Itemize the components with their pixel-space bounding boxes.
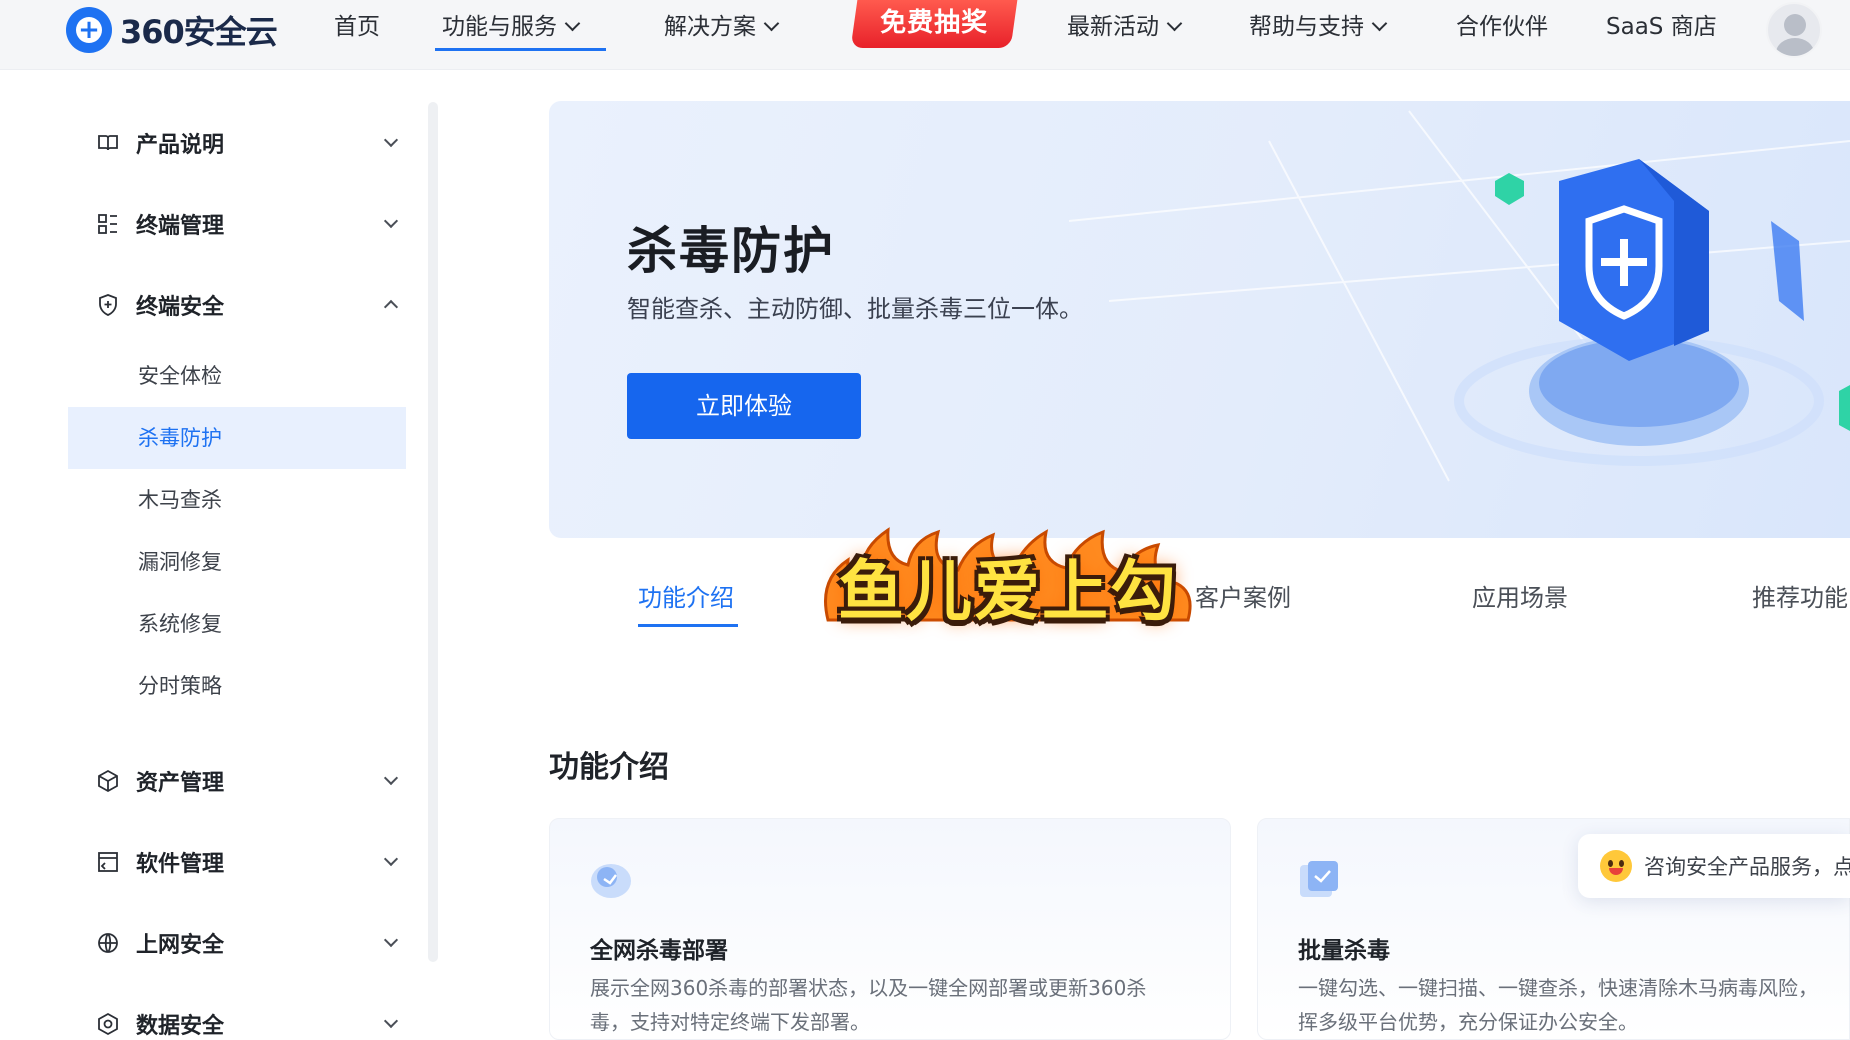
chevron-down-icon (1166, 15, 1183, 32)
feature-card-title: 批量杀毒 (1298, 938, 1390, 964)
feature-card-desc-line: 毒，支持对特定终端下发部署。 (590, 1010, 870, 1034)
nav-label: 最新活动 (1067, 14, 1159, 40)
try-now-button[interactable]: 立即体验 (627, 373, 861, 439)
sidebar-group-software-management[interactable]: 软件管理 (96, 842, 399, 882)
cube-icon (96, 769, 120, 793)
book-icon (96, 131, 120, 155)
sidebar-group-product-docs[interactable]: 产品说明 (96, 123, 399, 163)
feature-card-desc: 一键勾选、一键扫描、一键查杀，快速清除木马病毒风险， 挥多级平台优势，充分保证办… (1298, 971, 1818, 1039)
overlay-caption: 鱼儿爱上勾 (838, 553, 1178, 630)
sidebar-group-web-security[interactable]: 上网安全 (96, 923, 399, 963)
section-title: 功能介绍 (549, 750, 669, 785)
chevron-down-icon (383, 132, 399, 148)
brand-name: 360安全云 (120, 13, 278, 51)
nav-saas-store[interactable]: SaaS 商店 (1606, 10, 1717, 44)
data-icon (96, 1012, 120, 1036)
nav-solutions[interactable]: 解决方案 (664, 10, 780, 44)
chevron-down-icon (383, 213, 399, 229)
chevron-down-icon (1371, 15, 1388, 32)
sidebar-group-label: 终端安全 (136, 295, 225, 320)
chevron-down-icon (383, 1013, 399, 1029)
chevron-down-icon (383, 932, 399, 948)
feature-card-desc-line: 展示全网360杀毒的部署状态，以及一键全网部署或更新360杀 (590, 976, 1147, 1000)
sidebar-group-asset-management[interactable]: 资产管理 (96, 761, 399, 801)
grid-icon (96, 212, 120, 236)
top-navigation-bar: 360安全云 首页 功能与服务 解决方案 免费抽奖 最新活动 帮助与支持 合作伙… (0, 0, 1850, 70)
smiley-icon (1600, 850, 1632, 882)
feature-card-desc-line: 挥多级平台优势，充分保证办公安全。 (1298, 1010, 1638, 1034)
tab-customer-cases[interactable]: 客户案例 (1195, 578, 1291, 613)
sidebar-scrollbar[interactable] (428, 102, 438, 962)
nav-latest-events[interactable]: 最新活动 (1067, 10, 1183, 44)
banner-title: 杀毒防护 (627, 222, 835, 280)
globe-icon (96, 931, 120, 955)
software-icon (96, 850, 120, 874)
overlay-sticker: 鱼儿爱上勾 (818, 520, 1198, 630)
sidebar-group-endpoint-management[interactable]: 终端管理 (96, 204, 399, 244)
nav-home[interactable]: 首页 (334, 10, 380, 44)
sidebar-group-label: 软件管理 (136, 852, 225, 877)
tab-use-cases[interactable]: 应用场景 (1472, 578, 1568, 613)
sidebar-item-vulnerability-fix[interactable]: 漏洞修复 (68, 531, 406, 593)
chevron-down-icon (383, 770, 399, 786)
tab-active-underline (638, 624, 738, 627)
nav-label: 帮助与支持 (1249, 14, 1364, 40)
nav-active-indicator (435, 48, 606, 51)
sidebar-group-label: 数据安全 (136, 1014, 225, 1039)
shield-icon (96, 293, 120, 317)
logo-mark-icon (66, 7, 112, 53)
chevron-down-icon (564, 15, 581, 32)
sidebar-group-label: 产品说明 (136, 133, 225, 158)
feature-card[interactable]: 全网杀毒部署 展示全网360杀毒的部署状态，以及一键全网部署或更新360杀 毒，… (549, 818, 1231, 1040)
sidebar-item-security-checkup[interactable]: 安全体检 (68, 345, 406, 407)
feature-card-desc-line: 一键勾选、一键扫描、一键查杀，快速清除木马病毒风险， (1298, 976, 1818, 1000)
nav-help-support[interactable]: 帮助与支持 (1249, 10, 1388, 44)
sidebar-item-time-policy[interactable]: 分时策略 (68, 655, 406, 717)
hero-banner: 杀毒防护 智能查杀、主动防御、批量杀毒三位一体。 立即体验 (549, 101, 1850, 538)
tab-feature-intro[interactable]: 功能介绍 (638, 578, 734, 613)
banner-subtitle: 智能查杀、主动防御、批量杀毒三位一体。 (627, 295, 1083, 323)
sidebar-item-antivirus[interactable]: 杀毒防护 (68, 407, 406, 469)
promo-label: 免费抽奖 (880, 8, 989, 38)
sidebar-item-system-repair[interactable]: 系统修复 (68, 593, 406, 655)
chevron-down-icon (763, 15, 780, 32)
sidebar-group-label: 终端管理 (136, 214, 225, 239)
nav-label: 功能与服务 (442, 14, 557, 40)
sidebar-group-label: 资产管理 (136, 771, 225, 796)
brand-logo[interactable]: 360安全云 (66, 6, 278, 54)
feature-card-desc: 展示全网360杀毒的部署状态，以及一键全网部署或更新360杀 毒，支持对特定终端… (590, 971, 1146, 1039)
chevron-up-icon (383, 299, 399, 315)
nav-features-services[interactable]: 功能与服务 (442, 10, 581, 44)
sidebar-group-data-security[interactable]: 数据安全 (96, 1004, 399, 1040)
sidebar-group-label: 上网安全 (136, 933, 225, 958)
user-avatar[interactable] (1766, 2, 1822, 58)
consult-chat-label: 咨询安全产品服务，点 (1644, 855, 1850, 879)
chevron-down-icon (383, 851, 399, 867)
tab-recommended[interactable]: 推荐功能 (1752, 578, 1848, 613)
promo-lottery-button[interactable]: 免费抽奖 (850, 0, 1018, 48)
nav-label: 解决方案 (664, 14, 756, 40)
feature-card-title: 全网杀毒部署 (590, 938, 728, 964)
consult-chat-button[interactable]: 咨询安全产品服务，点 (1578, 834, 1850, 898)
batch-scan-icon (1300, 861, 1338, 897)
sidebar-item-trojan-scan[interactable]: 木马查杀 (68, 469, 406, 531)
deploy-icon (591, 864, 631, 898)
sidebar-group-endpoint-security[interactable]: 终端安全 (96, 285, 399, 325)
nav-partners[interactable]: 合作伙伴 (1456, 10, 1548, 44)
